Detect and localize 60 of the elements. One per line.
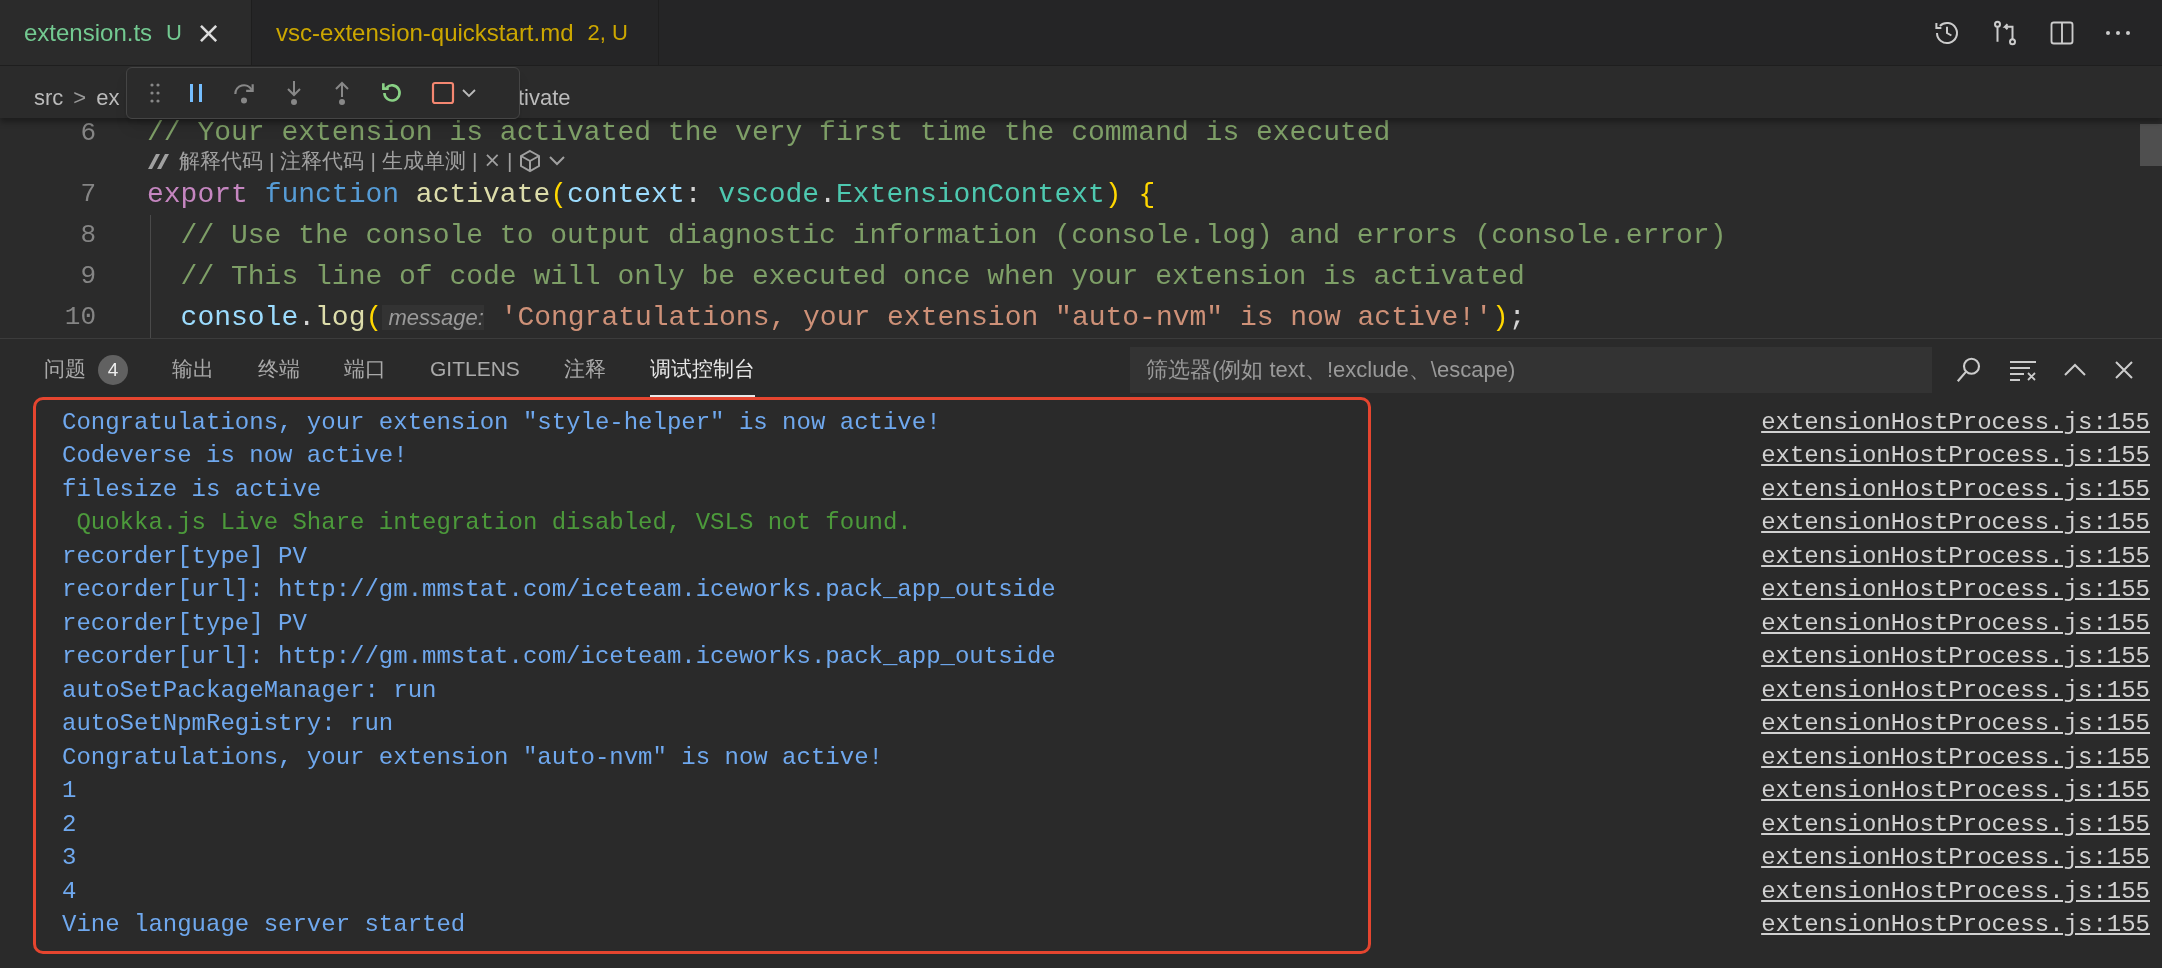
console-message: 1: [62, 776, 77, 807]
line-number: 7: [79, 178, 96, 211]
code-line: console.log( message: 'Congratulations, your extension "auto-nvm" is now active!');: [179, 300, 1526, 335]
tab-label: extension.ts: [24, 17, 153, 48]
tab-status: U: [166, 19, 182, 47]
codelens-separator: |: [471, 148, 478, 175]
codelens-separator: |: [269, 148, 275, 175]
panel-tab[interactable]: 输出: [172, 343, 214, 397]
drag-handle-icon[interactable]: [149, 82, 161, 104]
console-message: Codeverse is now active!: [62, 441, 408, 472]
codelens-separator: |: [507, 148, 513, 175]
close-tab-icon[interactable]: ×: [195, 10, 222, 55]
code-line: // This line of code will only be executed once when your extension is activated: [179, 259, 1525, 294]
panel-tab[interactable]: 终端: [258, 343, 300, 397]
caret-icon[interactable]: [548, 155, 567, 167]
line-number: 9: [79, 260, 96, 293]
filter-field[interactable]: 筛选器(例如 text、!exclude、\escape): [1130, 347, 1932, 393]
console-message: Congratulations, your extension "style-helper" is now active!: [62, 407, 941, 438]
console-message: autoSetNpmRegistry: run: [62, 709, 394, 740]
console-message: 4: [62, 876, 77, 907]
console-message: recorder[url]: http://gm.mmstat.com/iceteam.iceworks.pack_app_outside: [62, 642, 1056, 673]
breadcrumb-separator: >: [73, 83, 87, 112]
breadcrumb-item[interactable]: ex: [96, 80, 120, 114]
panel-tab[interactable]: GITLENS: [430, 343, 520, 397]
console-message: Congratulations, your extension "auto-nvm" is now active!: [62, 742, 883, 773]
line-number: 6: [79, 116, 96, 150]
scrollbar-thumb[interactable]: [2140, 124, 2162, 166]
console-message: Vine language server started: [62, 910, 466, 941]
editor-tab[interactable]: extension.ts U ×: [0, 0, 253, 65]
source-link[interactable]: extensionHostProcess.js:155: [1761, 907, 2150, 944]
console-message: 3: [62, 843, 77, 874]
panel-tab[interactable]: 注释: [563, 343, 606, 397]
console-message: recorder[type] PV: [62, 541, 307, 572]
codelens-separator: |: [370, 148, 376, 175]
code-line: export function activate(context: vscode.ExtensionContext) {: [146, 177, 1156, 212]
count-badge: 4: [98, 355, 128, 385]
cube-icon[interactable]: [518, 149, 543, 173]
panel-tab[interactable]: 调试控制台: [649, 343, 755, 397]
code-line: // Use the console to output diagnostic information (console.log) and errors (console.error): [179, 218, 1727, 253]
line-number: 8: [79, 219, 96, 252]
breadcrumb-item[interactable]: src: [34, 80, 64, 114]
tab-status: 2, U: [587, 19, 628, 47]
console-message: recorder[url]: http://gm.mmstat.com/iceteam.iceworks.pack_app_outside: [62, 575, 1056, 606]
console-message: 2: [62, 809, 77, 840]
console-message: autoSetPackageManager: run: [62, 675, 437, 706]
panel-tab[interactable]: 问题: [44, 343, 86, 397]
line-number: 10: [63, 301, 96, 334]
caret-icon[interactable]: [461, 88, 477, 98]
more-icon[interactable]: [2104, 28, 2132, 37]
panel-tab[interactable]: 端口: [344, 343, 386, 397]
stop-icon[interactable]: [431, 81, 455, 105]
console-message: recorder[type] PV: [62, 608, 307, 639]
pause-icon[interactable]: [187, 82, 205, 104]
chevron-up-icon[interactable]: [2062, 362, 2088, 378]
console-message: filesize is active: [62, 474, 322, 505]
tab-label: vsc-extension-quickstart.md: [276, 17, 574, 48]
source-link[interactable]: extensionHostProcess.js:155: [1761, 404, 2150, 441]
filter-list-icon[interactable]: [2008, 358, 2038, 382]
console-message: Quokka.js Live Share integration disabled, VSLS not found.: [75, 508, 912, 539]
breadcrumb-item[interactable]: tivate: [518, 80, 571, 114]
